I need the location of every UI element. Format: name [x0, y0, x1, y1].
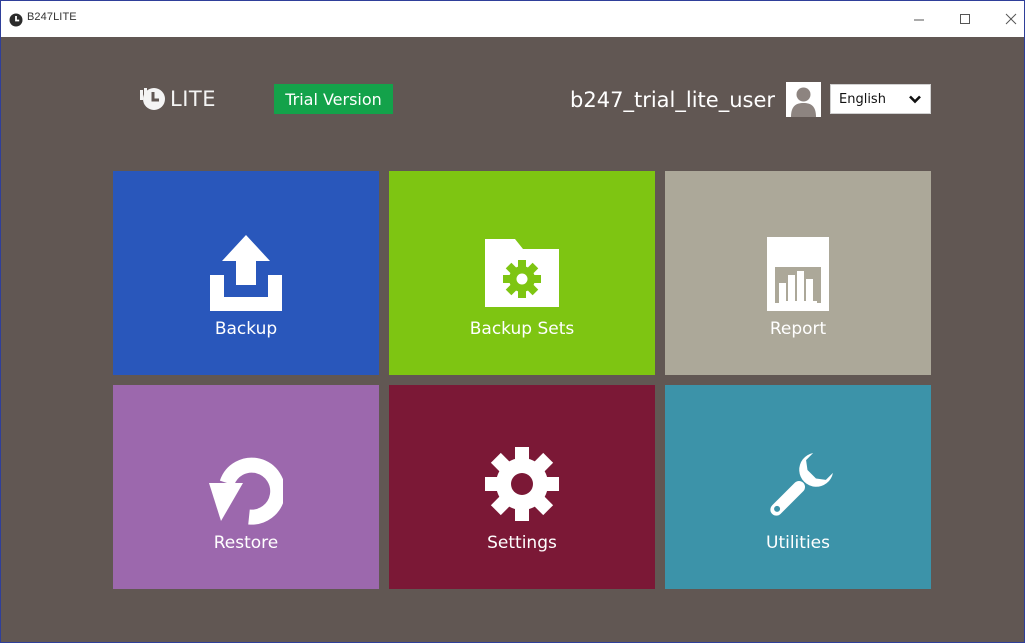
title-bar[interactable]: B247LITE — [1, 1, 1024, 37]
undo-arrow-icon — [209, 457, 283, 525]
maximize-button[interactable] — [942, 1, 988, 37]
folder-gear-icon — [485, 239, 559, 307]
avatar[interactable] — [786, 82, 821, 117]
close-icon — [1005, 13, 1017, 25]
language-select[interactable]: English — [830, 84, 931, 114]
backup-label: Backup — [214, 319, 278, 339]
language-selected-value: English — [839, 91, 886, 107]
product-logo: LITE — [140, 87, 216, 111]
clock-logo-icon — [9, 12, 23, 27]
report-label: Report — [769, 319, 827, 339]
app-window: B247LITE LITE Trial Version b247_trial_l… — [0, 0, 1025, 643]
logo-text: LITE — [170, 87, 216, 111]
bar-chart-icon — [767, 237, 829, 311]
minimize-button[interactable] — [896, 1, 942, 37]
maximize-icon — [960, 14, 970, 24]
minimize-icon — [914, 19, 924, 21]
user-silhouette-icon — [786, 82, 821, 117]
username-label: b247_trial_lite_user — [570, 88, 775, 112]
backup-sets-tile[interactable]: Backup Sets — [389, 171, 655, 375]
settings-tile[interactable]: Settings — [389, 385, 655, 589]
chevron-down-icon — [909, 95, 921, 104]
close-button[interactable] — [988, 1, 1025, 37]
utilities-tile[interactable]: Utilities — [665, 385, 931, 589]
wrench-icon — [770, 453, 833, 516]
restore-tile[interactable]: Restore — [113, 385, 379, 589]
window-title: B247LITE — [27, 11, 77, 23]
gear-icon — [485, 447, 559, 521]
utilities-label: Utilities — [766, 533, 830, 553]
backup-tile[interactable]: Backup — [113, 171, 379, 375]
clock-logo-icon — [140, 88, 165, 110]
dashboard: LITE Trial Version b247_trial_lite_user … — [1, 37, 1024, 642]
settings-label: Settings — [487, 533, 557, 553]
backup-sets-label: Backup Sets — [469, 319, 575, 339]
report-tile[interactable]: Report — [665, 171, 931, 375]
restore-label: Restore — [213, 533, 279, 553]
upload-tray-icon — [210, 235, 282, 311]
trial-version-badge: Trial Version — [274, 84, 393, 114]
